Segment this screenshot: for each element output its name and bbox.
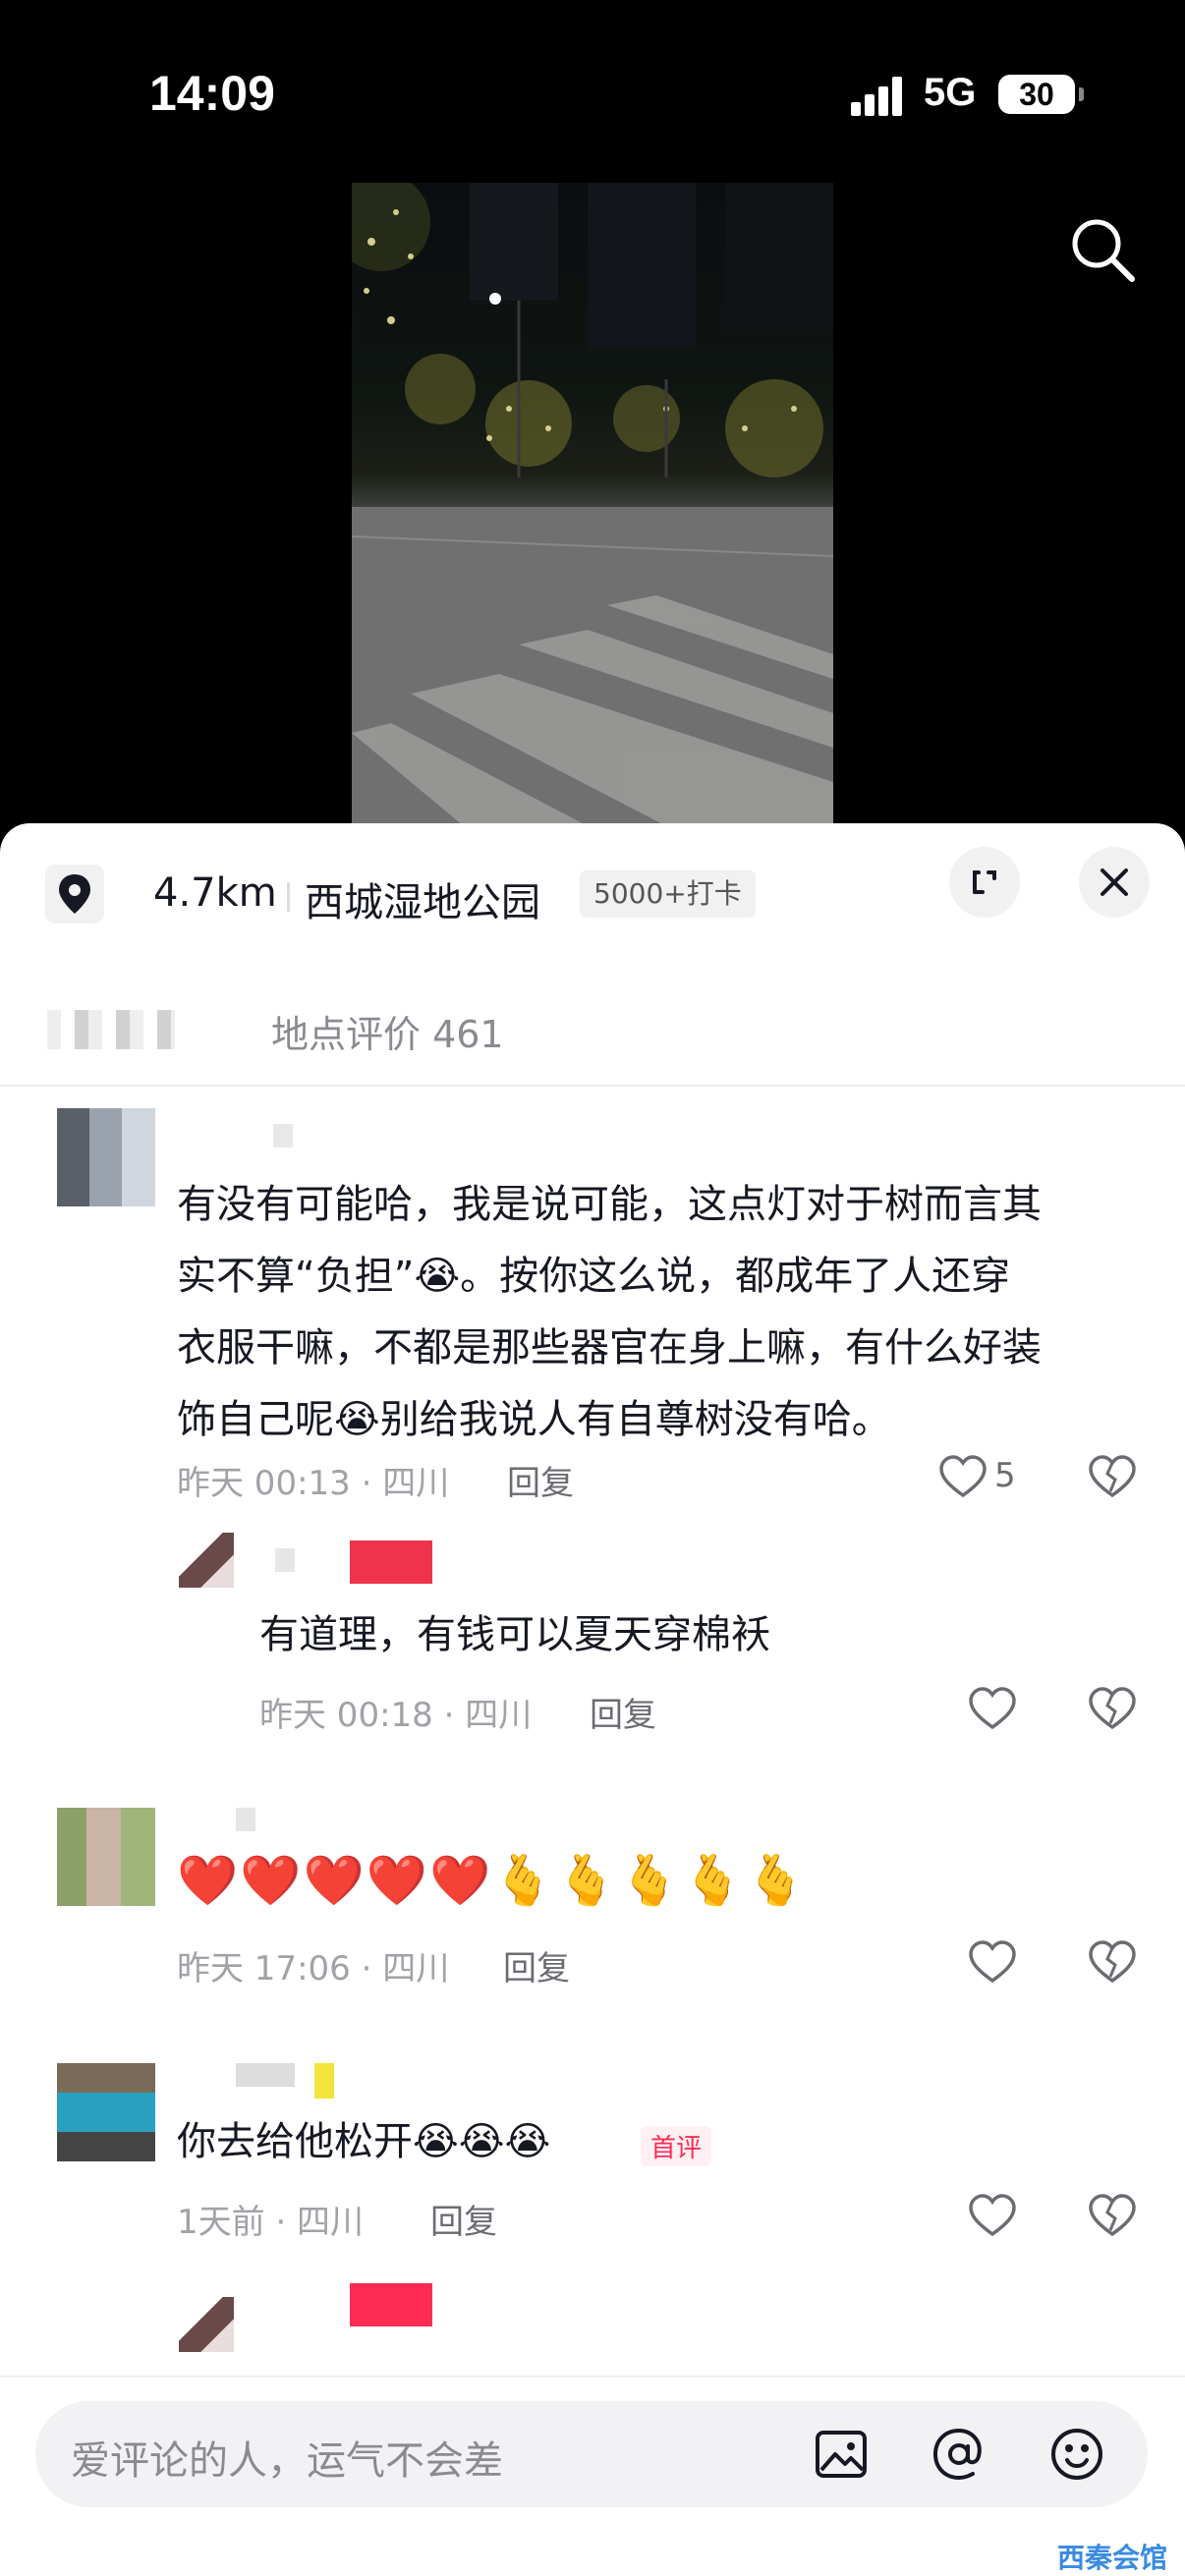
avatar[interactable]	[57, 1108, 155, 1206]
reply-text: 有道理，有钱可以夏天穿棉袄	[259, 1612, 770, 1657]
emoji-icon[interactable]	[1045, 2423, 1108, 2486]
location-header[interactable]: 4.7km 西城湿地公园 5000+打卡	[0, 823, 1185, 971]
location-pin-icon	[45, 865, 104, 924]
status-bar: 14:09 5G 30	[0, 0, 1185, 187]
comment-text: 你去给他松开😭😭😭	[177, 2119, 551, 2164]
comment-emoji-text: ❤️❤️❤️❤️❤️🫰🫰🫰🫰🫰	[177, 1852, 809, 1909]
video-player[interactable]	[352, 183, 833, 831]
reply-button[interactable]: 回复	[507, 1456, 574, 1504]
expand-button[interactable]	[949, 847, 1020, 918]
video-frame	[352, 183, 833, 831]
divider	[287, 882, 290, 912]
reply-button[interactable]: 回复	[430, 2195, 497, 2243]
broken-heart-icon[interactable]	[1087, 1937, 1138, 1988]
status-time: 14:09	[149, 66, 275, 121]
comment-input[interactable]: 爱评论的人，运气不会差	[35, 2401, 1148, 2507]
username-blurred[interactable]	[236, 2063, 295, 2087]
input-placeholder: 爱评论的人，运气不会差	[71, 2438, 503, 2484]
image-icon[interactable]	[810, 2423, 873, 2486]
username-blurred[interactable]	[314, 2063, 334, 2099]
location-name[interactable]: 西城湿地公园	[305, 870, 540, 927]
signal-icon	[851, 77, 910, 116]
reply-button[interactable]: 回复	[503, 1941, 570, 1989]
username-blurred[interactable]	[273, 1124, 293, 1148]
author-badge-blurred	[350, 2283, 432, 2326]
avatar[interactable]	[57, 1808, 155, 1906]
expand-icon	[973, 870, 996, 894]
watermark: 西秦会馆	[1057, 2543, 1168, 2573]
reply-avatar[interactable]	[179, 2297, 234, 2352]
close-icon	[1100, 868, 1128, 896]
comment-item: 有没有可能哈，我是说可能，这点灯对于树而言其 实不算“负担”😭。按你这么说，都成…	[0, 1087, 1185, 1442]
checkin-badge: 5000+打卡	[580, 870, 756, 918]
broken-heart-icon[interactable]	[1087, 2191, 1138, 2242]
reply-button[interactable]: 回复	[590, 1688, 656, 1736]
username-blurred[interactable]	[275, 1548, 295, 1572]
reply-avatar[interactable]	[179, 1533, 234, 1588]
author-badge-blurred	[350, 1540, 432, 1584]
heart-icon[interactable]	[967, 2191, 1018, 2242]
comment-meta: 1天前 · 四川	[177, 2203, 365, 2242]
username-blurred[interactable]	[236, 1808, 255, 1831]
heart-icon[interactable]	[967, 1684, 1018, 1735]
comment-sheet: 4.7km 西城湿地公园 5000+打卡 地点评价 461 有没有可能哈，我是说…	[0, 823, 1185, 2576]
search-icon[interactable]	[1067, 214, 1138, 285]
avatar[interactable]	[57, 2063, 155, 2161]
close-button[interactable]	[1079, 847, 1150, 918]
network-label: 5G	[924, 71, 977, 114]
comment-meta: 昨天 17:06 · 四川	[177, 1949, 450, 1988]
broken-heart-icon[interactable]	[1087, 1452, 1138, 1503]
comment-text: 有没有可能哈，我是说可能，这点灯对于树而言其 实不算“负担”😭。按你这么说，都成…	[177, 1182, 1042, 1442]
tab-bar: 地点评价 461	[0, 971, 1185, 1087]
comment-input-bar: 爱评论的人，运气不会差	[0, 2376, 1185, 2576]
at-icon[interactable]	[928, 2423, 990, 2486]
tab-location-reviews[interactable]: 地点评价 461	[271, 1004, 504, 1058]
location-distance: 4.7km	[153, 870, 277, 916]
heart-icon[interactable]	[967, 1937, 1018, 1988]
comment-meta: 昨天 00:13 · 四川	[177, 1464, 450, 1503]
battery-indicator: 30	[998, 75, 1084, 114]
like-count: 5	[994, 1456, 1016, 1495]
tab-blurred[interactable]	[47, 1010, 175, 1049]
heart-icon[interactable]	[937, 1452, 988, 1503]
broken-heart-icon[interactable]	[1087, 1684, 1138, 1735]
first-review-badge: 首评	[641, 2126, 712, 2166]
comment-meta: 昨天 00:18 · 四川	[259, 1696, 533, 1735]
